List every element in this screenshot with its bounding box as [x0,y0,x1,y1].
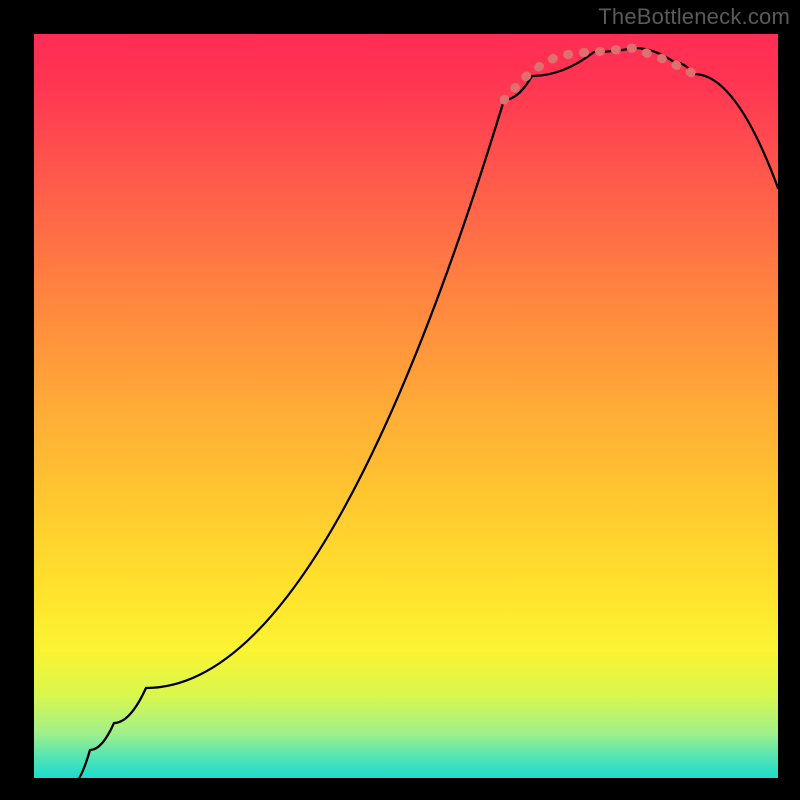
optimal-range-dots [504,48,694,100]
curve-layer [34,34,778,778]
bottleneck-curve [68,48,778,778]
chart-root: TheBottleneck.com [0,0,800,800]
watermark-text: TheBottleneck.com [598,4,790,30]
plot-area [34,34,778,778]
